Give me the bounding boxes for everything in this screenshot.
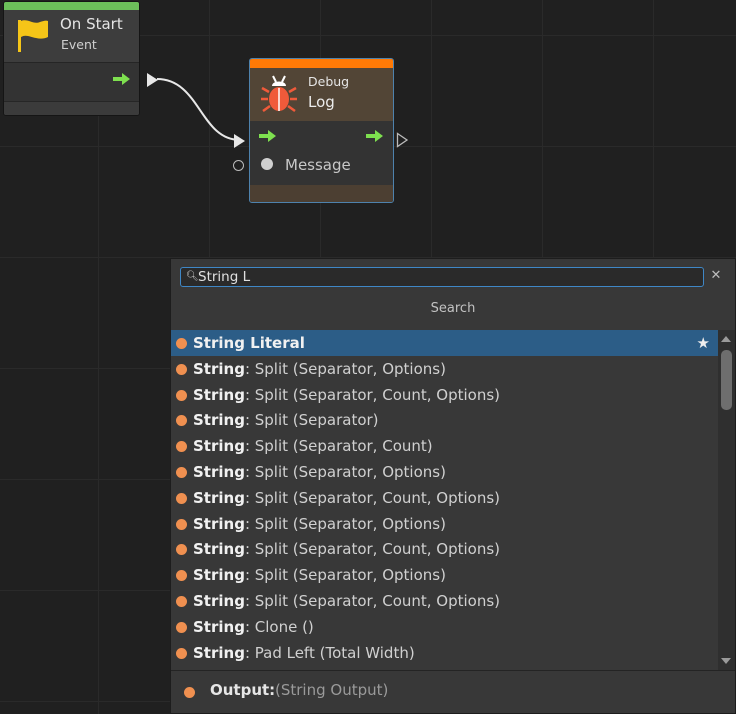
- result-label: String: Split (Separator, Count, Options…: [193, 540, 501, 559]
- result-label: String: Split (Separator, Options): [193, 359, 446, 378]
- type-dot-icon: [184, 687, 195, 698]
- result-label: String: Split (Separator, Options): [193, 514, 446, 533]
- node-subtitle: Event: [61, 37, 97, 52]
- result-label: String: Split (Separator, Count, Options…: [193, 488, 501, 507]
- type-dot-icon: [176, 595, 187, 607]
- value-input-port-icon[interactable]: [233, 160, 244, 171]
- type-dot-icon: [176, 466, 187, 478]
- node-body: [4, 63, 139, 102]
- type-dot-icon: [176, 621, 187, 633]
- flow-input-port-icon[interactable]: [233, 133, 247, 149]
- type-dot-icon: [176, 544, 187, 556]
- type-dot-icon: [176, 415, 187, 427]
- node-header: On Start Event: [4, 10, 139, 63]
- type-dot-icon: [176, 338, 187, 349]
- control-output-arrow-icon[interactable]: [366, 129, 384, 143]
- search-header: Search: [430, 301, 476, 316]
- result-label: String: Clone (): [193, 617, 314, 636]
- search-input[interactable]: [198, 268, 688, 286]
- bug-icon: [261, 75, 297, 113]
- node-accent-bar: [4, 2, 139, 10]
- type-dot-icon: [176, 518, 187, 530]
- type-dot-icon: [176, 647, 187, 659]
- on-start-node[interactable]: On Start Event: [3, 1, 140, 116]
- search-result-item[interactable]: String: Split (Separator, Count): [171, 433, 718, 459]
- type-dot-icon: [176, 389, 187, 401]
- scroll-down-icon[interactable]: [721, 658, 731, 664]
- scroll-up-icon[interactable]: [721, 336, 731, 342]
- search-result-item[interactable]: String Literal ★: [171, 330, 718, 356]
- results-scrollbar[interactable]: [718, 330, 735, 670]
- result-label: String: Split (Separator, Count, Options…: [193, 591, 501, 610]
- debug-log-node[interactable]: Debug Log Message: [249, 58, 394, 203]
- output-label: Output:: [210, 681, 276, 699]
- search-icon: 🔍︎: [186, 271, 199, 282]
- clear-search-button[interactable]: ✕: [708, 267, 724, 285]
- flow-output-port-icon[interactable]: [396, 132, 410, 148]
- flag-icon: [18, 20, 48, 52]
- type-dot-icon: [176, 492, 187, 504]
- type-dot-icon: [176, 363, 187, 375]
- search-result-item[interactable]: String: Split (Separator, Count, Options…: [171, 485, 718, 511]
- flow-output-port-icon[interactable]: [146, 72, 160, 88]
- node-body: Message: [250, 121, 393, 185]
- search-result-item[interactable]: String: Split (Separator, Count, Options…: [171, 382, 718, 408]
- node-footer: [4, 102, 139, 115]
- type-dot-icon: [176, 441, 187, 453]
- node-accent-bar: [250, 59, 393, 68]
- search-result-item[interactable]: String: Split (Separator, Count, Options…: [171, 588, 718, 614]
- node-category: Debug: [308, 74, 350, 89]
- type-dot-icon: [176, 570, 187, 582]
- search-result-item[interactable]: String: Split (Separator, Options): [171, 459, 718, 485]
- node-title: On Start: [60, 15, 123, 33]
- favorite-star-icon[interactable]: ★: [697, 330, 710, 356]
- search-field[interactable]: 🔍︎: [180, 267, 704, 287]
- control-output-arrow-icon[interactable]: [113, 72, 131, 86]
- node-title: Log: [308, 93, 335, 111]
- search-result-item[interactable]: String: Split (Separator, Options): [171, 511, 718, 537]
- result-label: String: Pad Left (Total Width): [193, 643, 415, 662]
- result-label: String: Split (Separator, Count, Options…: [193, 385, 501, 404]
- message-port-label: Message: [285, 156, 351, 174]
- search-results-list[interactable]: String Literal ★ String: Split (Separator,…: [171, 330, 718, 670]
- node-search-panel: 🔍︎ ✕ Search String Literal ★ String: Split…: [170, 258, 736, 714]
- search-result-item[interactable]: String: Pad Left (Total Width): [171, 640, 718, 666]
- control-input-arrow-icon[interactable]: [259, 129, 277, 143]
- node-header: Debug Log: [250, 68, 393, 121]
- node-footer: [250, 185, 393, 202]
- search-result-item[interactable]: String: Split (Separator, Options): [171, 356, 718, 382]
- result-label: String Literal: [193, 334, 305, 352]
- search-result-item[interactable]: String: Split (Separator, Count, Options…: [171, 536, 718, 562]
- search-result-item[interactable]: String: Split (Separator): [171, 407, 718, 433]
- result-label: String: Split (Separator, Count): [193, 437, 433, 456]
- value-port-dot-icon[interactable]: [261, 158, 273, 170]
- search-result-item[interactable]: String: Clone (): [171, 614, 718, 640]
- result-label: String: Split (Separator, Options): [193, 462, 446, 481]
- result-label: String: Split (Separator, Options): [193, 566, 446, 585]
- output-value: (String Output): [275, 681, 389, 699]
- output-info: Output: (String Output): [171, 671, 735, 713]
- result-label: String: Split (Separator): [193, 411, 379, 430]
- scrollbar-thumb[interactable]: [721, 350, 732, 410]
- search-result-item[interactable]: String: Split (Separator, Options): [171, 562, 718, 588]
